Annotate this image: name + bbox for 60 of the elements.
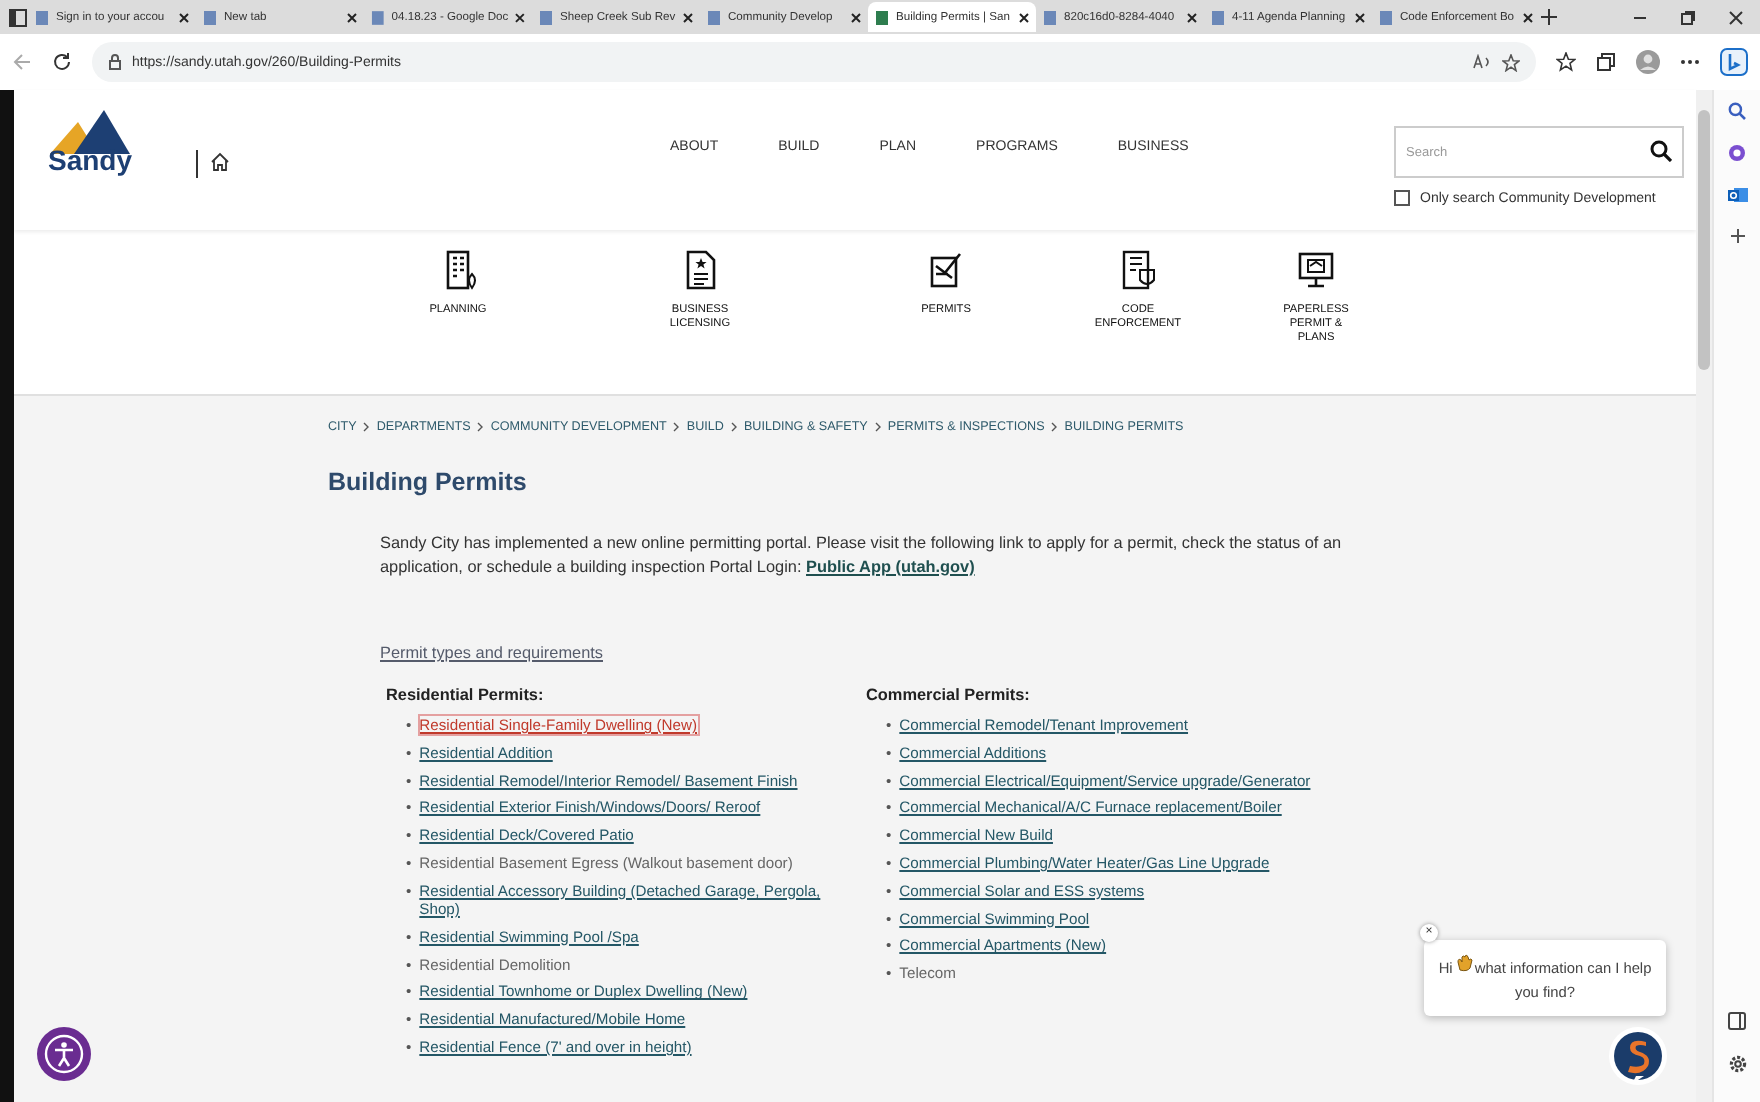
settings-icon[interactable] [1727,1054,1747,1074]
page-icon [1210,9,1226,25]
quick-link-icon [1296,250,1336,290]
page-icon [1378,9,1394,25]
accessibility-icon[interactable] [36,1026,92,1082]
waving-hand-icon [1456,954,1475,972]
chevron-icon [362,422,371,432]
new-tab-icon[interactable] [1540,8,1558,26]
copilot-icon[interactable] [1720,48,1748,76]
chat-launcher-icon[interactable] [1608,1026,1668,1086]
close-icon[interactable] [1354,11,1366,23]
scrollbar[interactable] [1696,90,1712,1102]
page-title: Building Permits [328,468,529,496]
mountain-logo-icon[interactable] [50,110,130,154]
chevron-icon [672,422,681,432]
close-icon[interactable] [514,11,526,23]
sidebar-toggle-icon[interactable] [1728,1012,1746,1030]
close-icon[interactable] [1018,11,1030,23]
favorites-icon[interactable] [1556,52,1576,72]
page-icon [34,9,50,25]
chevron-icon [729,422,738,432]
read-aloud-icon[interactable] [1472,54,1492,70]
intro-paragraph: Sandy City has implemented a new online permitting portal. Please visit the following link to apply for a permit, check the status of an application, or schedule a building inspection Portal Login: Public App (utah.gov) [380,532,1344,578]
favorite-icon[interactable] [1502,53,1520,71]
page-icon [370,9,386,25]
close-icon[interactable] [178,11,190,23]
page-icon [874,9,890,25]
close-icon[interactable] [346,11,358,23]
logo-text[interactable]: Sandy [47,146,132,174]
more-icon[interactable] [1680,58,1700,66]
refresh-icon[interactable] [52,52,72,72]
home-icon[interactable] [210,152,230,172]
tab-overview-icon[interactable] [8,7,28,27]
lock-icon [108,54,122,70]
close-icon[interactable] [1728,9,1744,25]
restore-icon[interactable] [1680,9,1696,25]
close-icon[interactable] [1522,11,1534,23]
chevron-icon [873,422,882,432]
checkbox[interactable] [1394,190,1410,206]
chevron-icon [1050,422,1059,432]
collections-icon[interactable] [1596,52,1616,72]
close-icon[interactable] [682,11,694,23]
quick-link-icon [926,250,966,290]
close-icon[interactable] [850,11,862,23]
section-heading: Commercial Permits: [866,686,1032,704]
close-icon[interactable] [1186,11,1198,23]
section-link[interactable]: Permit types and requirements [380,644,603,662]
section-heading: Residential Permits: [386,686,546,704]
portal-link[interactable]: Public App (utah.gov) [806,557,975,575]
page-icon [202,9,218,25]
page-icon [538,9,554,25]
quick-link-icon [1118,250,1158,290]
page-icon [706,9,722,25]
profile-icon[interactable] [1636,50,1660,74]
chevron-icon [476,422,485,432]
mail-icon[interactable] [1727,186,1747,204]
search-icon[interactable] [1650,140,1672,162]
add-icon[interactable] [1729,228,1745,244]
shapes-icon[interactable] [1728,144,1746,162]
page-icon [1042,9,1058,25]
